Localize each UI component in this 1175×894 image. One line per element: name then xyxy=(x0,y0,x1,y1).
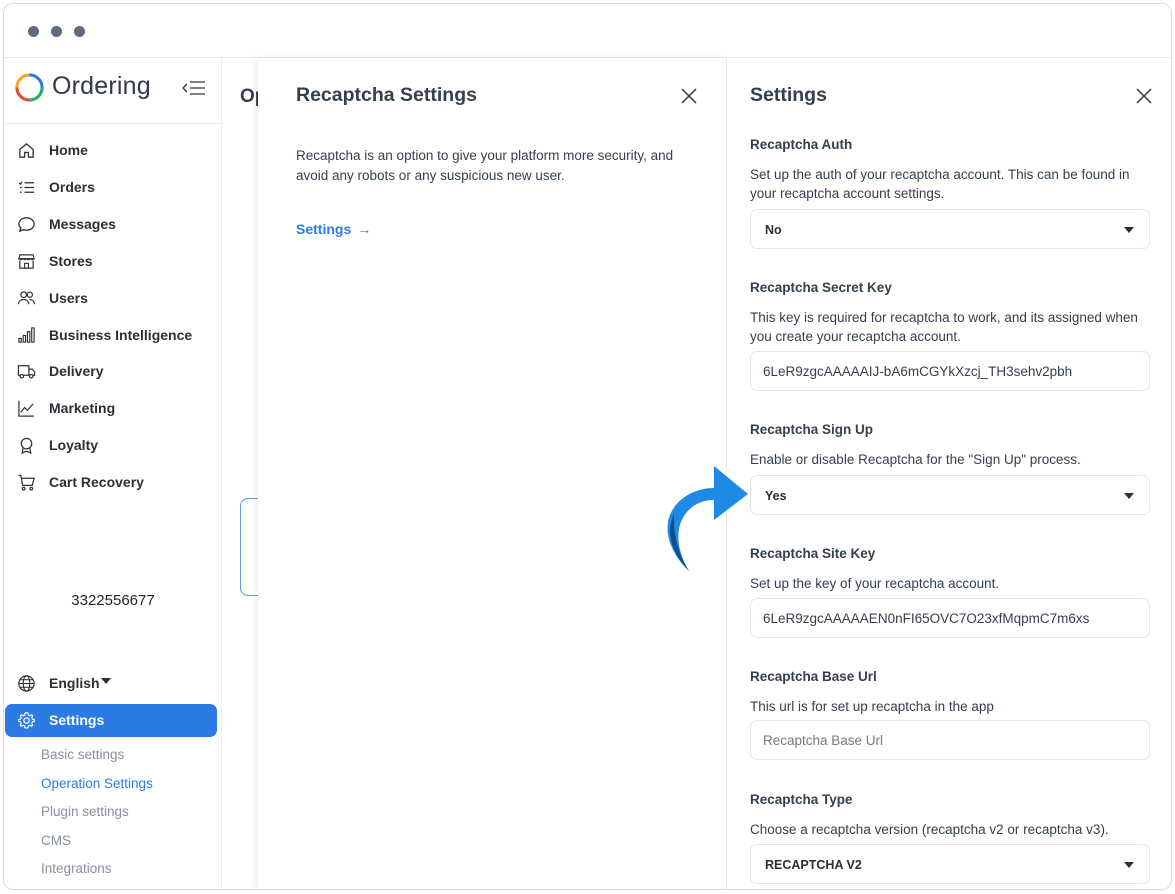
sidebar-item-label: Orders xyxy=(49,179,95,195)
site-key-input-value: 6LeR9zgcAAAAAEN0nFI65OVC7O23xfMqpmC7m6xs xyxy=(763,611,1090,626)
sidebar-item-stores[interactable]: Stores xyxy=(4,246,222,276)
truck-icon xyxy=(17,365,36,379)
sidebar-item-users[interactable]: Users xyxy=(4,283,222,313)
sub-item-basic-settings[interactable]: Basic settings xyxy=(41,747,124,762)
sidebar-item-marketing[interactable]: Marketing xyxy=(4,393,222,423)
list-icon xyxy=(18,181,35,193)
sidebar-item-label: Settings xyxy=(49,712,105,728)
caret-down-icon xyxy=(1124,227,1134,233)
site-key-field-title: Recaptcha Site Key xyxy=(750,546,876,561)
gear-icon xyxy=(18,712,35,729)
sidebar-item-loyalty[interactable]: Loyalty xyxy=(4,430,222,460)
sidebar-item-label: Home xyxy=(49,142,88,158)
type-select[interactable]: RECAPTCHA V2 xyxy=(750,844,1150,884)
auth-field-description: Set up the auth of your recaptcha accoun… xyxy=(750,167,1130,201)
sidebar-item-label: Stores xyxy=(49,253,93,269)
caret-down-icon xyxy=(101,678,111,684)
sidebar-item-settings[interactable]: Settings xyxy=(5,704,217,737)
sidebar-item-label: Marketing xyxy=(49,400,116,416)
users-icon xyxy=(17,291,36,305)
sidebar-item-business-intelligence[interactable]: Business Intelligence xyxy=(4,320,222,350)
logo-text: Ordering xyxy=(52,72,151,100)
sign-up-field-title: Recaptcha Sign Up xyxy=(750,422,874,437)
home-icon xyxy=(19,143,34,158)
close-icon[interactable] xyxy=(1135,87,1153,105)
language-label: English xyxy=(49,675,100,691)
sidebar-item-messages[interactable]: Messages xyxy=(4,209,222,239)
caret-down-icon xyxy=(1124,493,1134,499)
settings-link-label: Settings xyxy=(296,221,352,237)
auth-select-value: No xyxy=(765,223,782,237)
annotation-arrow-icon xyxy=(667,466,748,571)
secret-key-field-title: Recaptcha Secret Key xyxy=(750,280,892,295)
sign-up-select-value: Yes xyxy=(765,489,787,503)
store-icon xyxy=(18,254,35,269)
sub-item-operation-settings[interactable]: Operation Settings xyxy=(41,776,153,791)
window-titlebar xyxy=(4,4,1171,58)
sidebar-item-label: Business Intelligence xyxy=(49,327,193,343)
globe-icon xyxy=(18,675,35,692)
site-key-field-description: Set up the key of your recaptcha account… xyxy=(750,576,1000,591)
caret-down-icon xyxy=(1124,862,1134,868)
sidebar-item-label: Loyalty xyxy=(49,437,99,453)
phone-number: 3322556677 xyxy=(71,592,155,609)
window-dot xyxy=(74,26,85,37)
line-chart-icon xyxy=(18,400,35,417)
close-icon[interactable] xyxy=(680,87,698,105)
sign-up-field-description: Enable or disable Recaptcha for the "Sig… xyxy=(750,452,1081,467)
base-url-field-title: Recaptcha Base Url xyxy=(750,669,877,684)
app-window: Ordering Home Orders Messages Stores Use… xyxy=(3,3,1172,890)
sidebar-item-label: Messages xyxy=(49,216,116,232)
sign-up-select[interactable]: Yes xyxy=(750,475,1150,515)
base-url-field-description: This url is for set up recaptcha in the … xyxy=(750,699,994,714)
chat-bubble-icon xyxy=(18,217,35,233)
type-field-title: Recaptcha Type xyxy=(750,792,853,807)
panel-title: Recaptcha Settings xyxy=(296,84,477,106)
sidebar: Ordering Home Orders Messages Stores Use… xyxy=(4,58,222,889)
site-key-input[interactable]: 6LeR9zgcAAAAAEN0nFI65OVC7O23xfMqpmC7m6xs xyxy=(750,598,1150,638)
logo-row: Ordering xyxy=(4,58,222,124)
recaptcha-settings-panel: Recaptcha Settings Recaptcha is an optio… xyxy=(258,58,727,889)
window-dot xyxy=(28,26,39,37)
base-url-input[interactable]: Recaptcha Base Url xyxy=(750,720,1150,760)
sidebar-item-cart-recovery[interactable]: Cart Recovery xyxy=(4,467,222,497)
cart-icon xyxy=(18,474,35,491)
secret-key-input-value: 6LeR9zgcAAAAAIJ-bA6mCGYkXzcj_TH3sehv2pbh xyxy=(763,364,1073,379)
sidebar-item-label: Users xyxy=(49,290,88,306)
sub-item-integrations[interactable]: Integrations xyxy=(41,861,112,876)
ordering-logo-icon xyxy=(15,73,44,102)
base-url-input-placeholder: Recaptcha Base Url xyxy=(763,733,884,748)
arrow-right-icon: → xyxy=(357,221,372,237)
secret-key-field-description: This key is required for recaptcha to wo… xyxy=(750,310,1138,344)
settings-panel: Settings Recaptcha Auth Set up the auth … xyxy=(727,58,1171,889)
panel-title: Settings xyxy=(750,84,827,106)
settings-link[interactable]: Settings → xyxy=(296,221,371,237)
type-select-value: RECAPTCHA V2 xyxy=(765,858,862,872)
bar-chart-icon xyxy=(18,327,35,343)
sidebar-item-delivery[interactable]: Delivery xyxy=(4,356,222,386)
background-page: Op xyxy=(222,58,270,889)
sidebar-item-home[interactable]: Home xyxy=(4,135,222,165)
sidebar-item-label: Cart Recovery xyxy=(49,474,144,490)
type-field-description: Choose a recaptcha version (recaptcha v2… xyxy=(750,822,1109,837)
award-icon xyxy=(20,437,33,455)
sub-item-cms[interactable]: CMS xyxy=(41,833,71,848)
sub-item-plugin-settings[interactable]: Plugin settings xyxy=(41,804,129,819)
auth-select[interactable]: No xyxy=(750,209,1150,249)
auth-field-title: Recaptcha Auth xyxy=(750,137,853,152)
sidebar-item-label: Delivery xyxy=(49,363,104,379)
collapse-sidebar-icon[interactable] xyxy=(180,76,208,100)
panel-description: Recaptcha is an option to give your plat… xyxy=(296,148,674,183)
language-selector[interactable]: English xyxy=(4,668,222,698)
secret-key-input[interactable]: 6LeR9zgcAAAAAIJ-bA6mCGYkXzcj_TH3sehv2pbh xyxy=(750,351,1150,391)
sidebar-item-orders[interactable]: Orders xyxy=(4,172,222,202)
window-dot xyxy=(51,26,62,37)
